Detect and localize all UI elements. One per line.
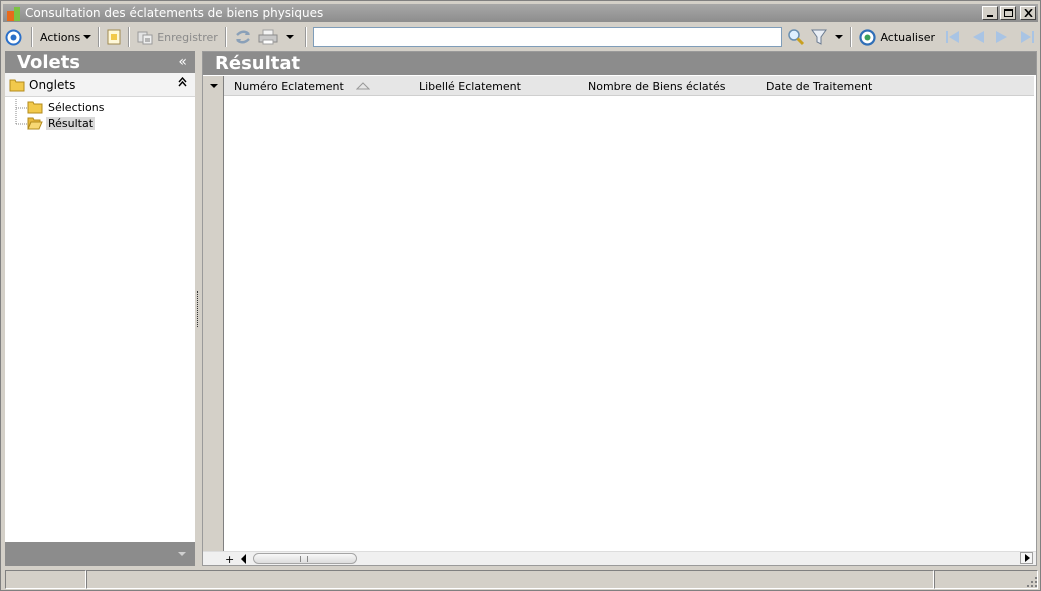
pane-footer[interactable]: [5, 542, 195, 566]
toolbar-separator: [850, 27, 853, 47]
collapse-group-icon[interactable]: [178, 76, 187, 90]
status-bar: [5, 570, 1038, 589]
result-header: Résultat: [203, 52, 1036, 75]
refresh-icon: [859, 28, 877, 46]
scroll-right-icon: [1025, 554, 1030, 562]
last-page-button[interactable]: [1016, 26, 1038, 48]
tree-item-resultat[interactable]: Résultat: [5, 115, 195, 131]
pane-title: Volets: [17, 51, 81, 73]
result-pane: Résultat Numéro Eclatement Libellé Eclat…: [202, 51, 1037, 566]
resize-grip-icon[interactable]: [1026, 576, 1038, 588]
next-page-icon: [996, 31, 1007, 43]
group-header-onglets[interactable]: Onglets: [5, 73, 195, 97]
tree-item-label: Sélections: [48, 100, 105, 114]
grid-body[interactable]: [225, 96, 1035, 551]
horizontal-scrollbar[interactable]: +: [203, 551, 1036, 566]
scrollbar-thumb[interactable]: [253, 553, 357, 564]
refresh-label: Actualiser: [880, 30, 935, 44]
column-header-label: Date de Traitement: [766, 79, 873, 93]
chevron-down-icon[interactable]: [178, 552, 186, 556]
tree-item-label: Résultat: [46, 116, 96, 130]
actions-label: Actions: [40, 30, 81, 44]
toolbar-separator: [128, 27, 131, 47]
first-page-button[interactable]: [942, 26, 964, 48]
folder-icon: [9, 79, 25, 91]
row-selector-column: [203, 76, 224, 551]
nav-button[interactable]: [3, 26, 25, 48]
first-page-icon: [946, 31, 959, 43]
toolbar-separator: [304, 27, 307, 47]
status-cell: [86, 570, 934, 589]
save-label: Enregistrer: [157, 30, 218, 44]
minimize-button[interactable]: [982, 6, 998, 20]
tab-tree: Sélections Résultat: [5, 97, 195, 131]
grid-header: Numéro Eclatement Libellé Eclatement Nom…: [224, 76, 1034, 96]
new-document-icon: [107, 29, 121, 45]
column-header-libelle[interactable]: Libellé Eclatement: [419, 76, 521, 96]
window-title: Consultation des éclatements de biens ph…: [25, 6, 324, 20]
chevron-down-icon: [83, 35, 92, 39]
prev-page-button[interactable]: [968, 26, 988, 48]
column-header-label: Numéro Eclatement: [234, 79, 344, 93]
chevron-down-icon: [209, 84, 218, 88]
close-button[interactable]: [1020, 6, 1036, 20]
toolbar-separator: [224, 27, 227, 47]
save-icon: [137, 31, 153, 45]
prev-page-icon: [973, 31, 984, 43]
save-button[interactable]: Enregistrer: [134, 26, 221, 48]
new-button[interactable]: [104, 26, 124, 48]
search-icon: [788, 29, 805, 46]
nav-circle-icon: [5, 29, 22, 45]
chevron-down-icon[interactable]: [835, 35, 844, 39]
print-icon: [258, 29, 278, 45]
column-header-label: Libellé Eclatement: [419, 79, 521, 93]
column-chooser-button[interactable]: [203, 76, 224, 96]
search-field[interactable]: [312, 27, 783, 47]
result-title: Résultat: [215, 53, 301, 74]
column-header-date[interactable]: Date de Traitement: [766, 76, 872, 96]
last-page-icon: [1021, 31, 1034, 43]
sort-ascending-icon: [355, 82, 370, 90]
chevron-down-icon[interactable]: [285, 35, 294, 39]
scroll-right-button[interactable]: [1020, 552, 1033, 564]
pane-header: Volets «: [5, 51, 195, 73]
title-bar[interactable]: Consultation des éclatements de biens ph…: [3, 4, 1038, 22]
toolbar-separator: [31, 27, 33, 47]
sync-icon: [235, 30, 250, 44]
tree-item-selections[interactable]: Sélections: [5, 99, 195, 115]
application-window: Consultation des éclatements de biens ph…: [0, 0, 1041, 591]
pane-splitter[interactable]: [195, 51, 202, 566]
search-button[interactable]: [784, 26, 808, 48]
add-row-button[interactable]: +: [225, 553, 234, 566]
scroll-left-icon[interactable]: [241, 554, 246, 564]
sync-button[interactable]: [231, 26, 255, 48]
print-button[interactable]: [255, 26, 297, 48]
status-cell: [934, 570, 1038, 589]
actions-menu-button[interactable]: Actions: [37, 26, 94, 48]
folder-icon: [27, 101, 43, 113]
filter-button[interactable]: [808, 26, 846, 48]
next-page-button[interactable]: [992, 26, 1012, 48]
app-logo-icon: [5, 5, 21, 21]
toolbar-separator: [98, 27, 101, 47]
refresh-button[interactable]: Actualiser: [856, 26, 938, 48]
navigation-pane: Volets « Onglets Sélections Résultat: [5, 51, 195, 566]
collapse-pane-icon[interactable]: «: [178, 54, 187, 70]
maximize-button[interactable]: [1000, 6, 1016, 20]
search-input[interactable]: [313, 28, 782, 46]
open-folder-icon: [27, 117, 43, 129]
column-header-numero[interactable]: Numéro Eclatement: [234, 76, 370, 96]
status-cell: [5, 570, 86, 589]
column-header-nombre[interactable]: Nombre de Biens éclatés: [588, 76, 725, 96]
splitter-grip[interactable]: [197, 291, 199, 327]
group-label: Onglets: [29, 77, 76, 92]
column-header-label: Nombre de Biens éclatés: [588, 79, 726, 93]
filter-icon: [811, 29, 828, 45]
toolbar: Actions Enregistrer Actualiser: [3, 24, 1038, 50]
